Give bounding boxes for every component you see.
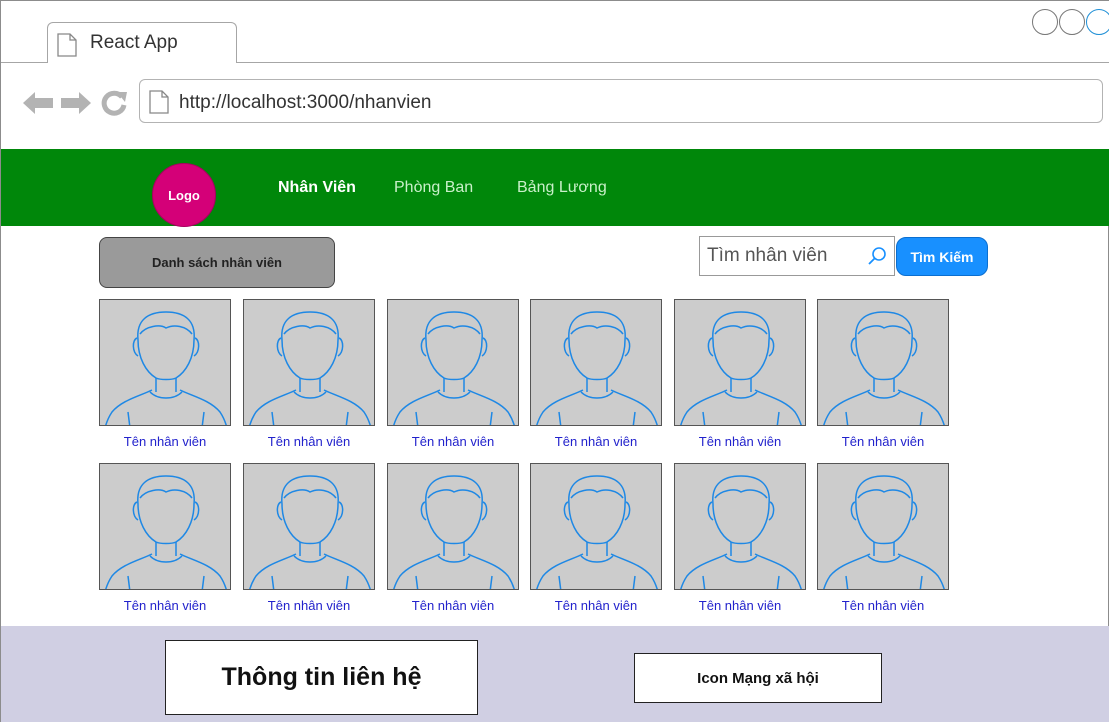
- nav-item-nhan-vien[interactable]: Nhân Viên: [278, 179, 356, 197]
- person-placeholder-icon: [249, 475, 371, 589]
- employee-name[interactable]: Tên nhân viên: [817, 434, 949, 449]
- person-placeholder-icon: [105, 475, 227, 589]
- person-placeholder-icon: [393, 475, 515, 589]
- logo[interactable]: Logo: [152, 163, 216, 227]
- reload-icon[interactable]: [101, 90, 127, 121]
- employee-card[interactable]: Tên nhân viên: [99, 299, 231, 451]
- search-input[interactable]: [699, 236, 895, 276]
- browser-window: React App http://localhost:3000/nhanvien…: [0, 0, 1109, 722]
- employee-card[interactable]: Tên nhân viên: [674, 463, 806, 615]
- employee-card[interactable]: Tên nhân viên: [243, 299, 375, 451]
- search-icon: [867, 246, 887, 271]
- forward-arrow-icon[interactable]: [61, 92, 91, 119]
- employee-card[interactable]: Tên nhân viên: [674, 299, 806, 451]
- person-placeholder-icon: [249, 311, 371, 425]
- avatar: [99, 463, 231, 590]
- employee-name[interactable]: Tên nhân viên: [674, 434, 806, 449]
- employee-card[interactable]: Tên nhân viên: [387, 463, 519, 615]
- url-field[interactable]: http://localhost:3000/nhanvien: [139, 79, 1103, 123]
- person-placeholder-icon: [823, 311, 945, 425]
- person-placeholder-icon: [823, 475, 945, 589]
- employee-list-button[interactable]: Danh sách nhân viên: [99, 237, 335, 288]
- employee-name[interactable]: Tên nhân viên: [99, 598, 231, 613]
- close-button[interactable]: [1086, 9, 1109, 35]
- social-icons[interactable]: Icon Mạng xã hội: [634, 653, 882, 703]
- employee-card[interactable]: Tên nhân viên: [817, 463, 949, 615]
- avatar: [817, 299, 949, 426]
- avatar: [99, 299, 231, 426]
- employee-card[interactable]: Tên nhân viên: [817, 299, 949, 451]
- footer: Thông tin liên hệ Icon Mạng xã hội: [1, 626, 1109, 722]
- minimize-button[interactable]: [1032, 9, 1058, 35]
- top-navbar: Logo Nhân Viên Phòng Ban Bảng Lương: [1, 149, 1109, 227]
- page-icon: [149, 90, 169, 119]
- person-placeholder-icon: [680, 475, 802, 589]
- tab-title: React App: [90, 32, 178, 53]
- contact-info: Thông tin liên hệ: [165, 640, 478, 715]
- back-arrow-icon[interactable]: [23, 92, 53, 119]
- employee-name[interactable]: Tên nhân viên: [530, 598, 662, 613]
- avatar: [387, 299, 519, 426]
- url-text: http://localhost:3000/nhanvien: [179, 92, 432, 113]
- employee-card[interactable]: Tên nhân viên: [530, 463, 662, 615]
- browser-tab[interactable]: React App: [47, 22, 237, 64]
- maximize-button[interactable]: [1059, 9, 1085, 35]
- search-button[interactable]: Tìm Kiếm: [896, 237, 988, 276]
- page-icon: [57, 33, 77, 62]
- person-placeholder-icon: [105, 311, 227, 425]
- employee-card[interactable]: Tên nhân viên: [243, 463, 375, 615]
- window-controls: [1031, 9, 1109, 35]
- person-placeholder-icon: [680, 311, 802, 425]
- employee-name[interactable]: Tên nhân viên: [243, 598, 375, 613]
- employee-card[interactable]: Tên nhân viên: [530, 299, 662, 451]
- employee-name[interactable]: Tên nhân viên: [817, 598, 949, 613]
- avatar: [530, 299, 662, 426]
- employee-name[interactable]: Tên nhân viên: [387, 598, 519, 613]
- employee-card[interactable]: Tên nhân viên: [387, 299, 519, 451]
- address-bar: http://localhost:3000/nhanvien: [1, 63, 1109, 149]
- employee-name[interactable]: Tên nhân viên: [674, 598, 806, 613]
- avatar: [243, 299, 375, 426]
- avatar: [530, 463, 662, 590]
- nav-item-bang-luong[interactable]: Bảng Lương: [517, 179, 607, 197]
- tab-bar: React App: [1, 1, 1109, 64]
- avatar: [674, 463, 806, 590]
- employee-name[interactable]: Tên nhân viên: [243, 434, 375, 449]
- avatar: [243, 463, 375, 590]
- employee-card[interactable]: Tên nhân viên: [99, 463, 231, 615]
- avatar: [387, 463, 519, 590]
- avatar: [817, 463, 949, 590]
- nav-item-phong-ban[interactable]: Phòng Ban: [394, 179, 473, 197]
- avatar: [674, 299, 806, 426]
- person-placeholder-icon: [393, 311, 515, 425]
- employee-name[interactable]: Tên nhân viên: [530, 434, 662, 449]
- employee-name[interactable]: Tên nhân viên: [99, 434, 231, 449]
- person-placeholder-icon: [536, 311, 658, 425]
- person-placeholder-icon: [536, 475, 658, 589]
- employee-name[interactable]: Tên nhân viên: [387, 434, 519, 449]
